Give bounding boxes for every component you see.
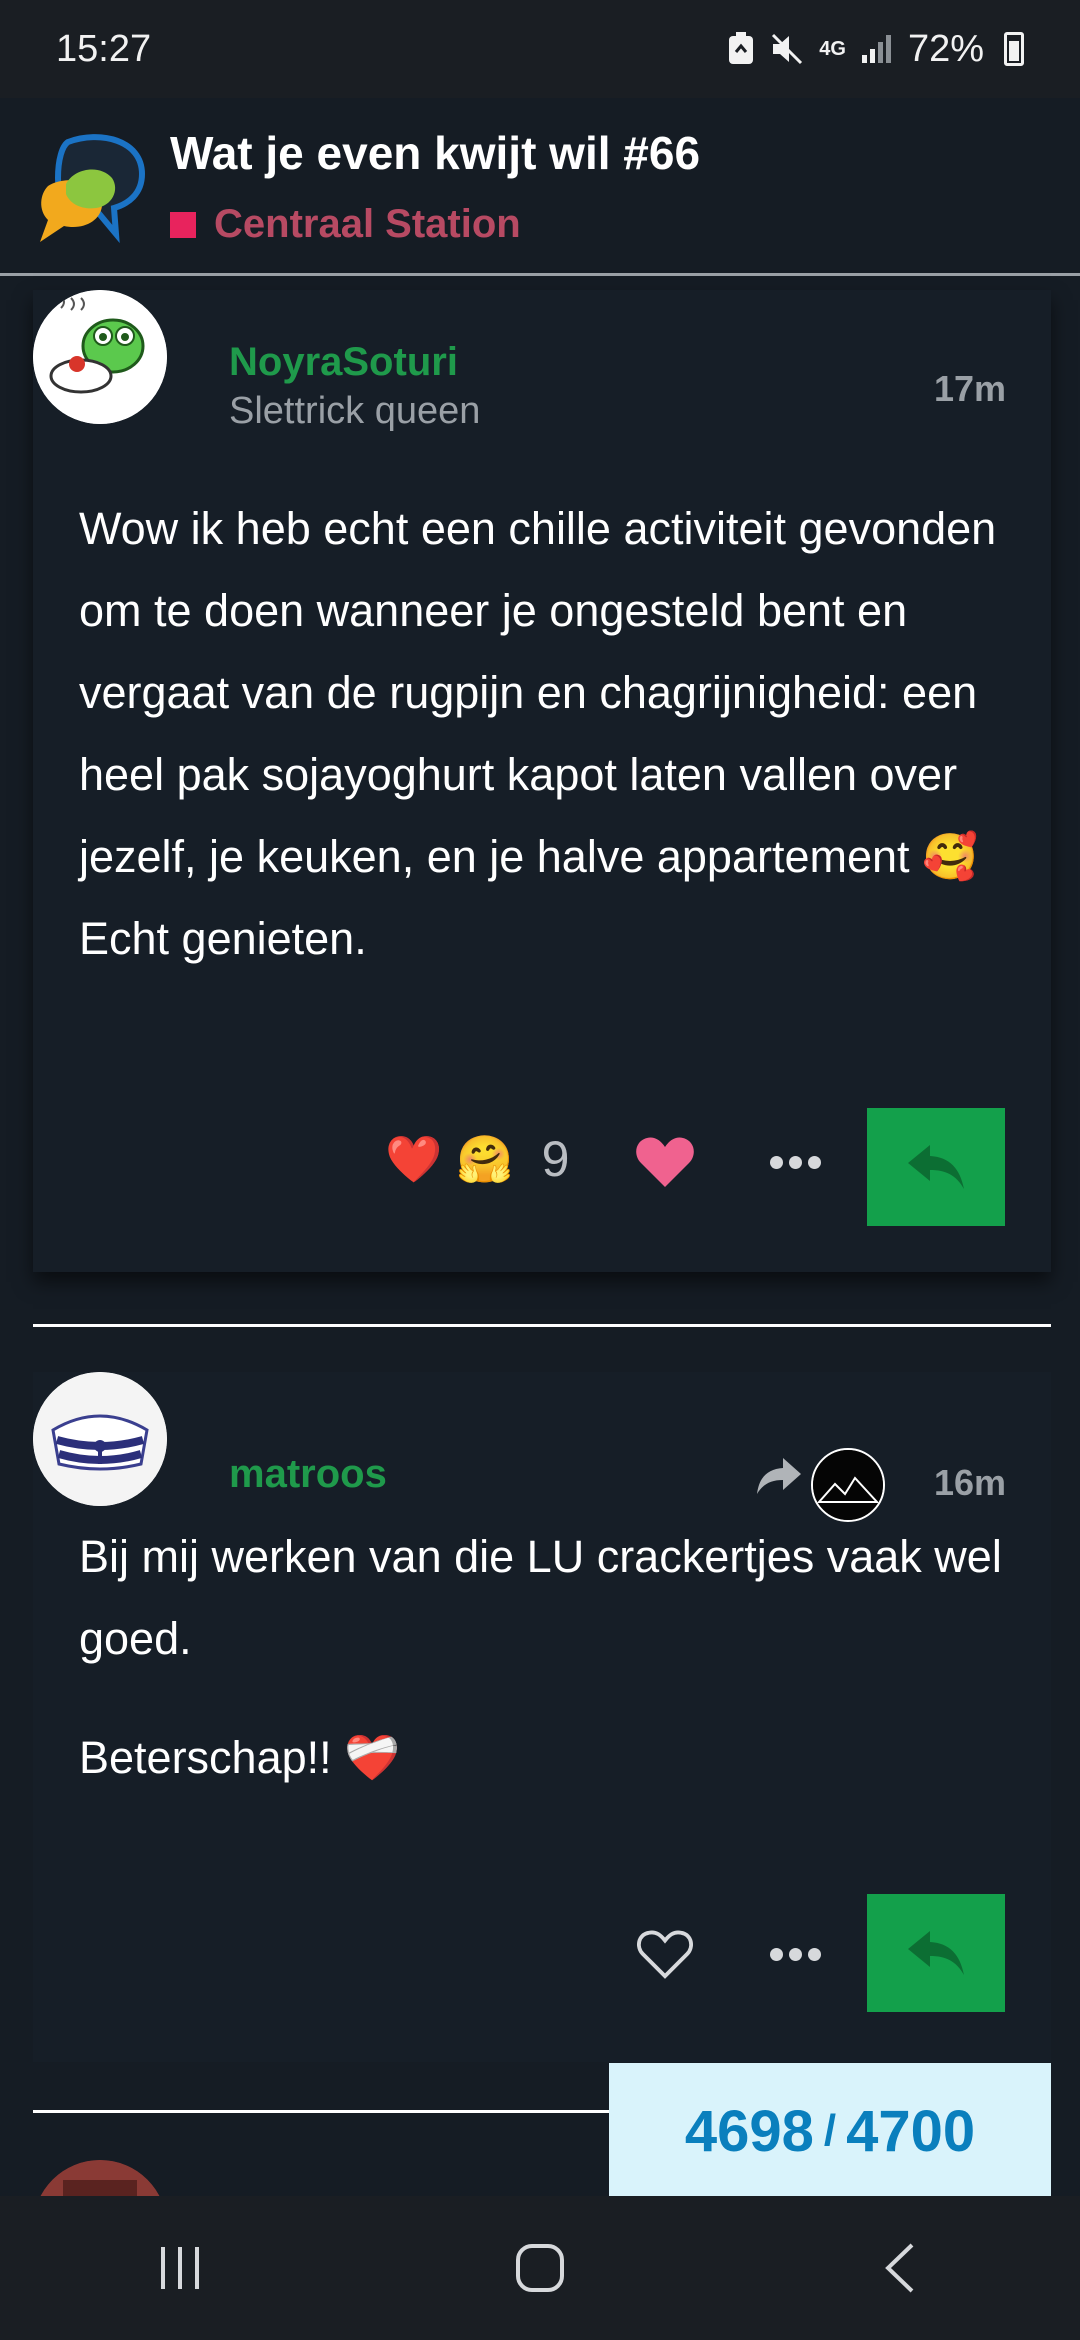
recents-icon [161, 2247, 199, 2289]
heart-filled-icon [636, 1137, 694, 1187]
status-time: 15:27 [56, 27, 152, 70]
android-nav-bar [0, 2196, 1080, 2340]
battery-percent: 72% [907, 27, 984, 70]
post-divider [33, 1324, 1051, 1327]
home-button[interactable] [480, 2218, 600, 2318]
recents-button[interactable] [120, 2218, 240, 2318]
post-username[interactable]: NoyraSoturi [229, 340, 458, 385]
post-time[interactable]: 16m [934, 1462, 1006, 1504]
screen: 15:27 4G 72% Wat je even kwijt wil #66 C… [0, 0, 1080, 2340]
status-icons: 4G 72% [727, 28, 1024, 71]
reply-button[interactable] [867, 1894, 1005, 2012]
reply-to-avatar[interactable] [811, 1448, 885, 1522]
post-paragraph: Wow ik heb echt een chille activiteit ge… [79, 503, 997, 964]
avatar[interactable] [33, 290, 167, 424]
reaction-heart-emoji: ❤️ [385, 1132, 443, 1185]
reaction-count: 9 [541, 1131, 570, 1187]
topic-header[interactable]: Wat je even kwijt wil #66 Centraal Stati… [0, 98, 1080, 276]
topic-title[interactable]: Wat je even kwijt wil #66 [170, 126, 700, 180]
like-button[interactable] [625, 1914, 705, 1994]
mute-icon [769, 31, 805, 67]
category-name: Centraal Station [214, 202, 521, 246]
post-user-title: Slettrick queen [229, 390, 481, 432]
forum-logo-icon[interactable] [30, 134, 148, 244]
signal-icon [860, 33, 894, 65]
share-arrow-icon [755, 1452, 803, 1500]
post-time[interactable]: 17m [934, 368, 1006, 410]
reply-icon [908, 1145, 964, 1189]
reactions-summary[interactable]: ❤️ 🤗 9 [385, 1130, 569, 1188]
more-button[interactable] [765, 1132, 825, 1192]
post-body: Bij mij werken van die LU crackertjes va… [79, 1516, 1039, 1788]
progress-total: 4700 [846, 2098, 976, 2164]
reply-icon [908, 1931, 964, 1975]
back-button[interactable] [840, 2218, 960, 2318]
post-paragraph: Bij mij werken van die LU crackertjes va… [79, 1531, 1002, 1664]
progress-current: 4698 [684, 2098, 814, 2164]
post-divider [33, 2110, 613, 2113]
topic-progress-badge[interactable]: 4698 / 4700 [609, 2063, 1051, 2199]
post-noyrasoturi: NoyraSoturi Slettrick queen 17m Wow ik h… [33, 290, 1051, 1272]
category-badge[interactable]: Centraal Station [170, 202, 521, 247]
post-matroos: matroos 16m Bij mij werken van die LU cr… [33, 1372, 1051, 2062]
post-paragraph: Beterschap!! ❤️‍🩹 [79, 1732, 401, 1783]
home-icon [516, 2244, 564, 2292]
status-bar: 15:27 4G 72% [0, 0, 1080, 98]
category-color-square [170, 211, 196, 238]
like-button[interactable] [625, 1122, 705, 1202]
post-username[interactable]: matroos [229, 1452, 387, 1497]
progress-separator: / [823, 2106, 837, 2155]
reaction-hug-emoji: 🤗 [456, 1132, 514, 1185]
more-button[interactable] [765, 1924, 825, 1984]
network-type-icon: 4G [819, 37, 846, 60]
post-body: Wow ik heb echt een chille activiteit ge… [79, 488, 1039, 980]
reply-button[interactable] [867, 1108, 1005, 1226]
back-icon [885, 2243, 914, 2293]
battery-icon [1004, 32, 1024, 66]
heart-outline-icon [637, 1930, 693, 1979]
battery-saver-icon [727, 32, 755, 66]
avatar[interactable] [33, 1372, 167, 1506]
